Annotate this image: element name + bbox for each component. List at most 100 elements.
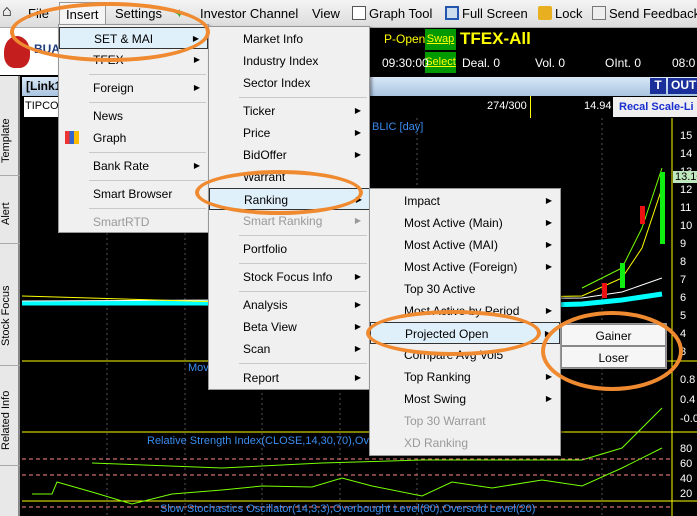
t-button[interactable]: T [650, 78, 666, 94]
menu-item-top-ranking[interactable]: Top Ranking ▶ [370, 366, 560, 388]
menu-item-impact[interactable]: Impact ▶ [370, 190, 560, 212]
menu-separator [89, 152, 206, 153]
menu-graph-tool[interactable]: Graph Tool [352, 6, 432, 21]
submenu-arrow-icon: ▶ [193, 83, 200, 92]
menu-item-warrant[interactable]: Warrant [209, 166, 369, 188]
menu-item-bank-rate[interactable]: Bank Rate ▶ [59, 155, 208, 177]
menu-item-label: Report [243, 371, 280, 385]
recal-scale-button[interactable]: Recal Scale-Li [613, 97, 697, 117]
menu-separator [89, 180, 206, 181]
stoch-label: Slow Stochastics Oscillator(14,3,3),Over… [160, 503, 536, 515]
menu-item-ranking[interactable]: Ranking ▶ [209, 188, 371, 210]
menu-item-label: Market Info [243, 32, 304, 46]
menu-item-label: TFEX [93, 53, 124, 67]
menu-item-industry-index[interactable]: Industry Index [209, 50, 369, 72]
oint-value: OInt. 0 [605, 56, 642, 70]
window-title: [Link1 [26, 79, 62, 93]
menu-send-feedback[interactable]: Send Feedback [592, 6, 697, 21]
menu-separator [239, 363, 367, 364]
menu-item-news[interactable]: News [59, 105, 208, 127]
menu-item-graph[interactable]: Graph [59, 127, 208, 149]
menu-item-set-mai[interactable]: SET & MAI ▶ [59, 27, 208, 49]
menu-full-screen[interactable]: Full Screen [445, 6, 528, 21]
menu-item-price[interactable]: Price ▶ [209, 122, 369, 144]
set-mai-submenu: Market Info Industry Index Sector Index Tic… [208, 26, 371, 390]
menu-item-top-30-active[interactable]: Top 30 Active [370, 278, 560, 300]
graph-tool-label: Graph Tool [369, 6, 433, 21]
menu-item-beta-view[interactable]: Beta View ▶ [209, 316, 369, 338]
menu-item-label: Analysis [243, 298, 288, 312]
menu-item-report[interactable]: Report ▶ [209, 367, 369, 389]
candle [640, 206, 645, 224]
submenu-arrow-icon: ▶ [354, 344, 361, 353]
menu-item-projected-open[interactable]: Projected Open ▶ [370, 322, 560, 344]
menu-item-label: Stock Focus Info [243, 270, 333, 284]
submenu-arrow-icon: ▶ [545, 394, 552, 403]
submenu-arrow-icon: ▶ [545, 196, 552, 205]
symbol-input[interactable]: TIPCO [24, 97, 60, 117]
tab-related-info[interactable]: Related Info [0, 376, 20, 466]
menu-item-analysis[interactable]: Analysis ▶ [209, 294, 369, 316]
submenu-arrow-icon: ▶ [545, 306, 552, 315]
menu-item-label: Compare Avg Vol5 [404, 348, 504, 362]
menu-investor-channel[interactable]: Investor Channel [200, 6, 298, 21]
menu-item-label: Bank Rate [93, 159, 150, 173]
menu-item-sector-index[interactable]: Sector Index [209, 72, 369, 94]
menu-item-ticker[interactable]: Ticker ▶ [209, 100, 369, 122]
select-button[interactable]: Select [425, 52, 456, 73]
tab-alert[interactable]: Alert [0, 184, 20, 244]
axis-tick-label: 7 [680, 274, 687, 286]
menu-item-tfex[interactable]: TFEX ▶ [59, 49, 208, 71]
menu-item-label: Warrant [243, 170, 286, 184]
menu-item-most-active-main[interactable]: Most Active (Main) ▶ [370, 212, 560, 234]
submenu-arrow-icon: ▶ [192, 34, 199, 43]
axis-tick-label: 10 [680, 220, 693, 232]
market-title: TFEX-All [460, 29, 531, 48]
home-icon[interactable]: ⌂ [2, 3, 12, 21]
menu-settings[interactable]: Settings [115, 6, 162, 21]
menu-item-scan[interactable]: Scan ▶ [209, 338, 369, 360]
submenu-arrow-icon: ▶ [545, 240, 552, 249]
menu-lock[interactable]: Lock [538, 6, 582, 21]
tab-stock-focus[interactable]: Stock Focus [0, 266, 20, 366]
logo-text: BUA [34, 42, 60, 56]
menu-view[interactable]: View [312, 6, 340, 21]
axis-tick-label: 14 [680, 148, 693, 160]
menu-item-xd-ranking: XD Ranking [370, 432, 560, 454]
menu-item-foreign[interactable]: Foreign ▶ [59, 77, 208, 99]
menu-item-most-active-mai[interactable]: Most Active (MAI) ▶ [370, 234, 560, 256]
chart-title: BLIC [day] [372, 121, 424, 133]
tab-template[interactable]: Template [0, 106, 20, 176]
axis-tick-label: 11 [680, 202, 692, 214]
menu-item-compare-avg-vol5[interactable]: Compare Avg Vol5 [370, 344, 560, 366]
menu-item-label: Top 30 Warrant [404, 414, 486, 428]
menu-item-most-active-foreign[interactable]: Most Active (Foreign) ▶ [370, 256, 560, 278]
menu-item-label: Scan [243, 342, 271, 356]
menu-file[interactable]: File [28, 6, 49, 21]
menu-item-stock-focus-info[interactable]: Stock Focus Info ▶ [209, 266, 369, 288]
axis-tick-label: 20 [680, 488, 693, 500]
menu-item-bidoffer[interactable]: BidOffer ▶ [209, 144, 369, 166]
menu-item-label: Foreign [93, 81, 134, 95]
menu-item-label: Most Active (MAI) [404, 238, 499, 252]
menu-item-label: Ticker [243, 104, 276, 118]
time2-value: 08:0 [672, 56, 696, 70]
menu-item-label: Impact [404, 194, 441, 208]
menu-item-portfolio[interactable]: Portfolio [209, 238, 369, 260]
menu-item-smart-browser[interactable]: Smart Browser [59, 183, 208, 205]
axis-tick-label: 4 [680, 328, 687, 340]
menu-item-label: SmartRTD [93, 215, 150, 229]
axis-tick-label: 40 [680, 473, 693, 485]
menu-item-loser[interactable]: Loser [561, 346, 666, 368]
menu-item-smart-ranking: Smart Ranking ▶ [209, 210, 369, 232]
menu-item-gainer[interactable]: Gainer [561, 324, 666, 346]
menu-separator [89, 102, 206, 103]
swap-button[interactable]: Swap [425, 29, 456, 50]
menu-item-market-info[interactable]: Market Info [209, 28, 369, 50]
menu-item-most-swing[interactable]: Most Swing ▶ [370, 388, 560, 410]
axis-tick-label: 80 [680, 443, 693, 455]
out-button[interactable]: OUT [668, 78, 697, 94]
menu-item-most-active-by-period[interactable]: Most Active by Period ▶ [370, 300, 560, 322]
deal-value: Deal. 0 [462, 56, 501, 70]
menu-separator [89, 208, 206, 209]
